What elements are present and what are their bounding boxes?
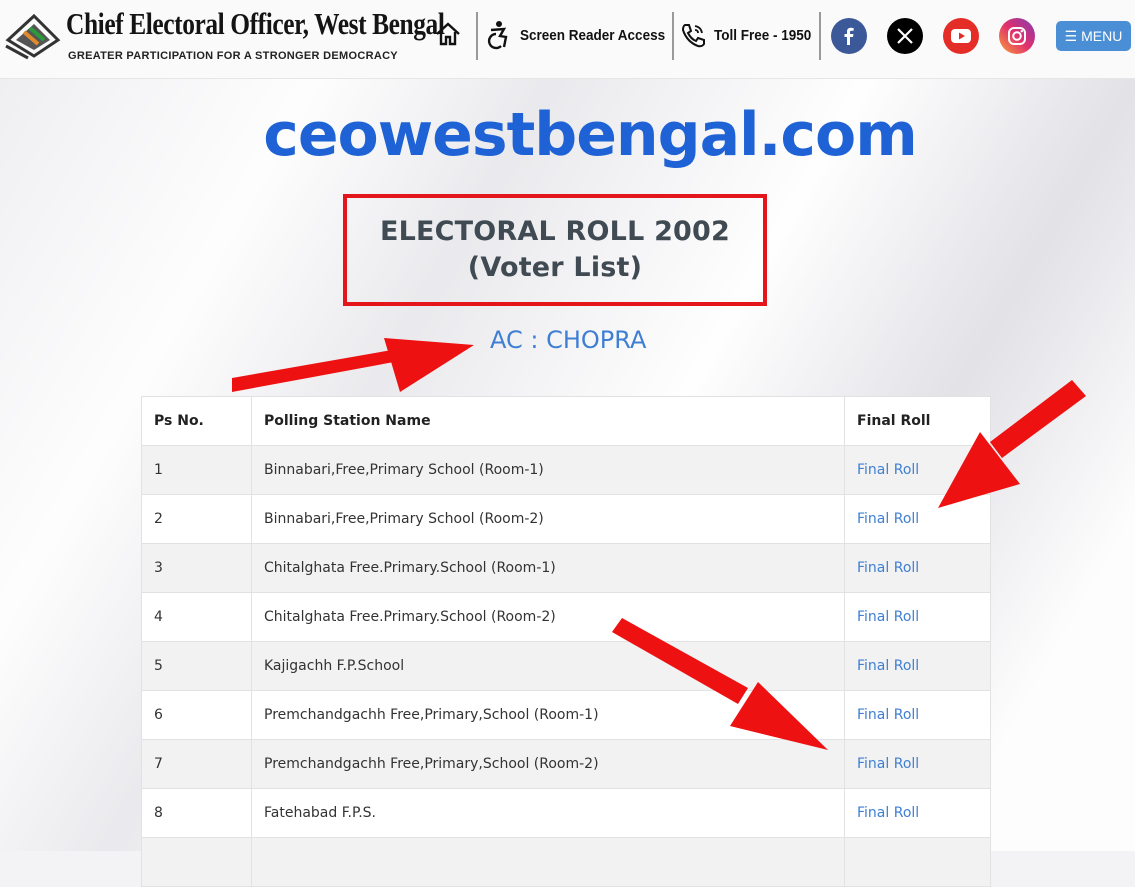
site-header: Chief Electoral Officer, West Bengal GRE…	[0, 0, 1135, 79]
header-divider	[672, 12, 674, 60]
final-roll-cell: Final Roll	[844, 690, 991, 740]
instagram-link[interactable]	[999, 18, 1035, 54]
table-row: 5 Kajigachh F.P.School Final Roll	[141, 641, 991, 691]
ps-number: 5	[141, 641, 252, 691]
assembly-constituency-label: AC : CHOPRA	[490, 326, 647, 354]
table-row	[141, 837, 991, 887]
final-roll-cell: Final Roll	[844, 739, 991, 789]
final-roll-cell	[844, 837, 991, 887]
instagram-icon	[1008, 27, 1026, 45]
ps-number: 7	[141, 739, 252, 789]
site-tagline: GREATER PARTICIPATION FOR A STRONGER DEM…	[68, 50, 398, 62]
final-roll-link[interactable]: Final Roll	[857, 805, 919, 821]
final-roll-link[interactable]: Final Roll	[857, 560, 919, 576]
site-title[interactable]: Chief Electoral Officer, West Bengal	[66, 6, 445, 42]
phone-icon	[681, 24, 705, 48]
ps-number: 2	[141, 494, 252, 544]
header-ps-no: Ps No.	[141, 396, 252, 446]
home-icon	[436, 22, 460, 46]
ps-number	[141, 837, 252, 887]
ps-number: 1	[141, 445, 252, 495]
final-roll-link[interactable]: Final Roll	[857, 609, 919, 625]
ps-number: 8	[141, 788, 252, 838]
polling-station-table: Ps No. Polling Station Name Final Roll 1…	[141, 396, 991, 887]
polling-station-name: Binnabari,Free,Primary School (Room-2)	[251, 494, 845, 544]
facebook-icon	[844, 27, 854, 45]
header-divider	[819, 12, 821, 60]
ps-number: 6	[141, 690, 252, 740]
header-final-roll: Final Roll	[844, 396, 991, 446]
polling-station-name: Premchandgachh Free,Primary,School (Room…	[251, 739, 845, 789]
roll-title-line1: ELECTORAL ROLL 2002	[379, 216, 731, 247]
polling-station-name: Kajigachh F.P.School	[251, 641, 845, 691]
x-link[interactable]	[887, 18, 923, 54]
final-roll-cell: Final Roll	[844, 592, 991, 642]
table-row: 4 Chitalghata Free.Primary.School (Room-…	[141, 592, 991, 642]
header-polling-station-name: Polling Station Name	[251, 396, 845, 446]
polling-station-name: Fatehabad F.P.S.	[251, 788, 845, 838]
toll-free-label: Toll Free - 1950	[714, 26, 812, 44]
screen-reader-link[interactable]: Screen Reader Access	[484, 20, 681, 50]
final-roll-cell: Final Roll	[844, 641, 991, 691]
final-roll-link[interactable]: Final Roll	[857, 511, 919, 527]
final-roll-cell: Final Roll	[844, 543, 991, 593]
polling-station-name: Binnabari,Free,Primary School (Room-1)	[251, 445, 845, 495]
ps-number: 4	[141, 592, 252, 642]
final-roll-link[interactable]: Final Roll	[857, 462, 919, 478]
table-row: 3 Chitalghata Free.Primary.School (Room-…	[141, 543, 991, 593]
facebook-link[interactable]	[831, 18, 867, 54]
accessibility-icon	[487, 21, 508, 50]
table-row: 8 Fatehabad F.P.S. Final Roll	[141, 788, 991, 838]
final-roll-cell: Final Roll	[844, 788, 991, 838]
roll-title-box: ELECTORAL ROLL 2002 (Voter List)	[343, 194, 767, 306]
final-roll-link[interactable]: Final Roll	[857, 756, 919, 772]
final-roll-cell: Final Roll	[844, 445, 991, 495]
table-row: 6 Premchandgachh Free,Primary,School (Ro…	[141, 690, 991, 740]
youtube-icon	[951, 29, 971, 43]
header-divider	[476, 12, 478, 60]
polling-station-name: Premchandgachh Free,Primary,School (Room…	[251, 690, 845, 740]
ps-number: 3	[141, 543, 252, 593]
table-row: 1 Binnabari,Free,Primary School (Room-1)…	[141, 445, 991, 495]
toll-free-link[interactable]: Toll Free - 1950	[680, 22, 822, 48]
polling-station-name: Chitalghata Free.Primary.School (Room-2)	[251, 592, 845, 642]
table-row: 7 Premchandgachh Free,Primary,School (Ro…	[141, 739, 991, 789]
final-roll-cell: Final Roll	[844, 494, 991, 544]
polling-station-name: Chitalghata Free.Primary.School (Room-1)	[251, 543, 845, 593]
home-link[interactable]	[434, 20, 462, 48]
site-name-heading: ceowestbengal.com	[263, 100, 917, 170]
table-row: 2 Binnabari,Free,Primary School (Room-2)…	[141, 494, 991, 544]
roll-title-line2: (Voter List)	[467, 252, 643, 283]
final-roll-link[interactable]: Final Roll	[857, 707, 919, 723]
screen-reader-label: Screen Reader Access	[520, 26, 666, 44]
x-icon	[897, 28, 913, 44]
menu-button[interactable]: ☰ MENU	[1056, 21, 1131, 51]
youtube-link[interactable]	[943, 18, 979, 54]
final-roll-link[interactable]: Final Roll	[857, 658, 919, 674]
ballot-logo-icon[interactable]	[4, 10, 62, 60]
table-header-row: Ps No. Polling Station Name Final Roll	[141, 396, 991, 446]
polling-station-name	[251, 837, 845, 887]
